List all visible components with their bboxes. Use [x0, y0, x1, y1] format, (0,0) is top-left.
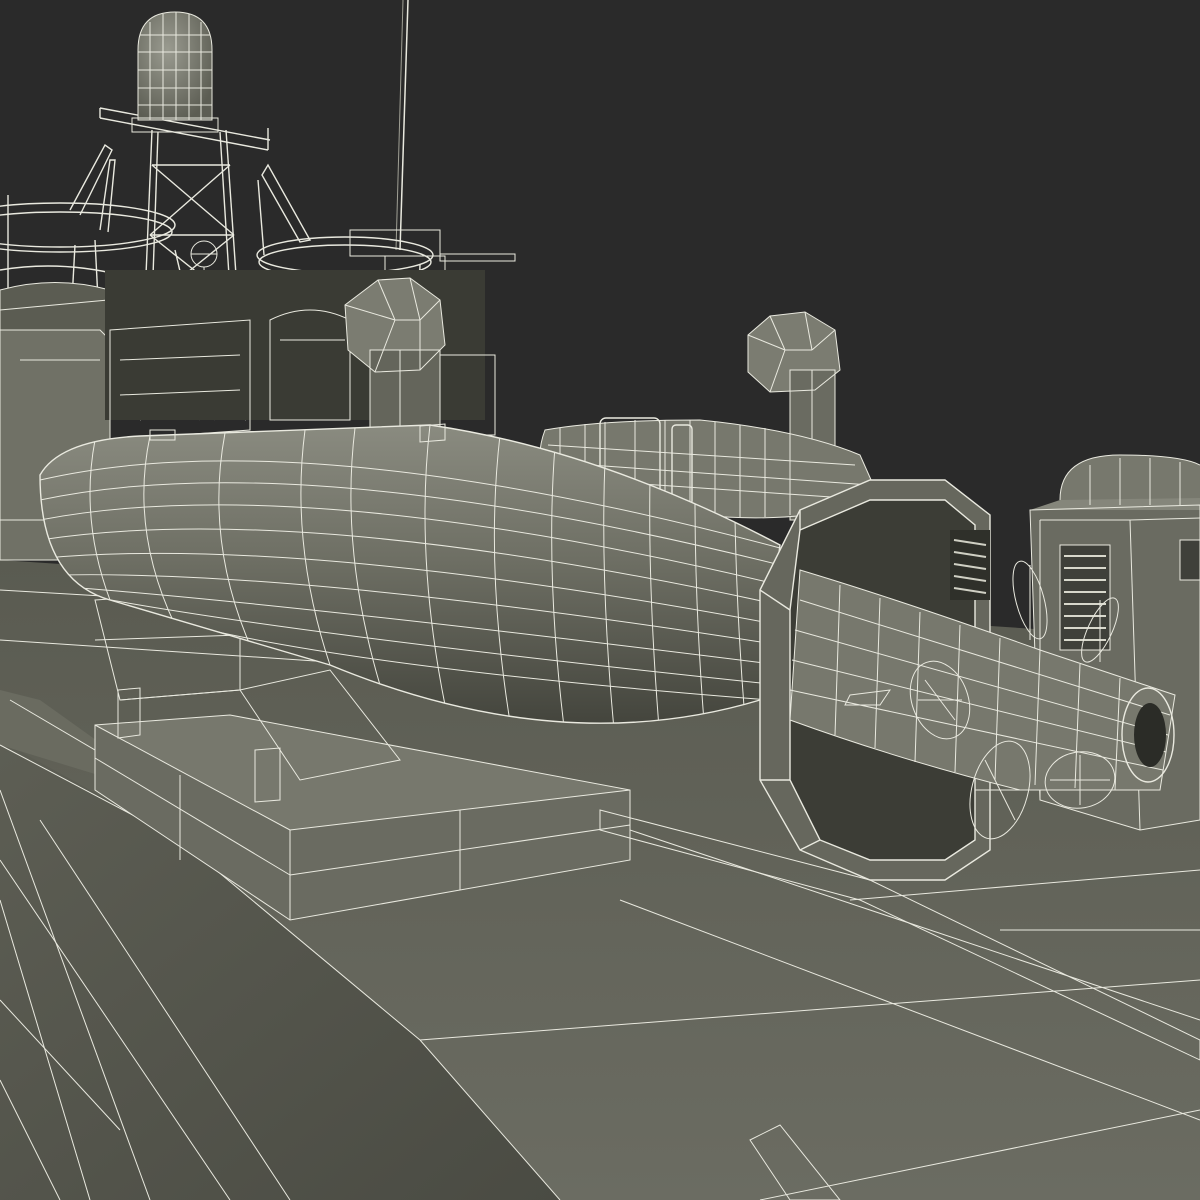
radar-dome — [131, 11, 219, 133]
wireframe-render-scene — [0, 0, 1200, 1200]
render-canvas — [0, 0, 1200, 1200]
